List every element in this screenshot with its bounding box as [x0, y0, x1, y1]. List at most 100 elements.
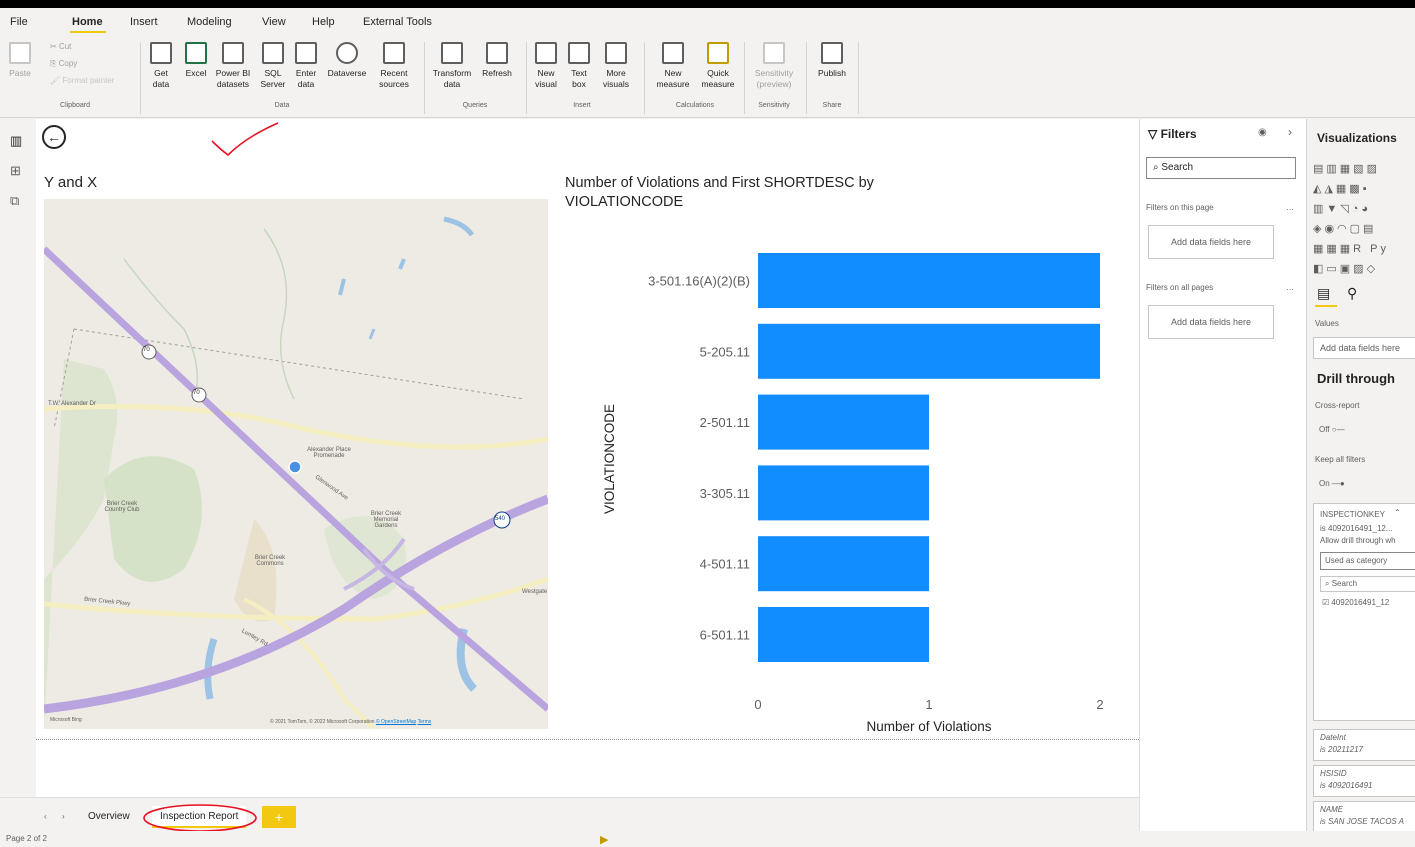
refresh-button[interactable]: Refresh: [478, 42, 516, 79]
add-page-button[interactable]: +: [262, 806, 296, 828]
card-list-item[interactable]: ☑ 4092016491_12: [1322, 598, 1389, 607]
new-visual-button[interactable]: New visual: [530, 42, 562, 90]
refresh-icon: [486, 42, 508, 64]
group-separator: [140, 42, 141, 114]
quick-measure-button[interactable]: Quick measure: [698, 42, 738, 90]
calculator-icon: [662, 42, 684, 64]
bar-5[interactable]: [758, 607, 929, 662]
drill-field-value: is 4092016491_12...: [1320, 524, 1393, 533]
bar-4[interactable]: [758, 536, 929, 592]
group-separator: [644, 42, 645, 114]
menu-insert[interactable]: Insert: [130, 16, 158, 28]
filters-pane: ▽ Filters ◉ › ⌕ Search Filters on this p…: [1139, 119, 1306, 839]
filter-card-dateint[interactable]: DateInt is 20211217: [1313, 729, 1415, 761]
bar-3[interactable]: [758, 465, 929, 521]
cross-report-label: Cross-report: [1315, 401, 1360, 410]
visual-gallery[interactable]: ▤▥▦▧▨ ◭◮▦▩▪ ▥▼◹◔◕ ◈◉◠▢▤ ▦▦▦R Py ◧▭▣▨◇: [1313, 159, 1415, 279]
sensitivity-button[interactable]: Sensitivity (preview): [748, 42, 800, 90]
fields-tab-icon[interactable]: ▤: [1317, 285, 1330, 302]
format-tab-icon[interactable]: ⚲: [1347, 285, 1357, 302]
bar-2[interactable]: [758, 394, 929, 450]
menu-home[interactable]: Home: [72, 16, 103, 28]
sql-icon: [262, 42, 284, 64]
category-label: 3-501.16(A)(2)(B): [648, 274, 750, 289]
status-bar: Page 2 of 2 ▶: [0, 831, 1415, 847]
bar-1[interactable]: [758, 323, 1100, 379]
paste-button[interactable]: Paste: [6, 42, 34, 79]
filters-title: ▽ Filters: [1148, 127, 1197, 141]
chevron-up-icon[interactable]: ⌃: [1394, 508, 1401, 517]
bing-logo: Microsoft Bing: [50, 717, 82, 723]
tab-scroll-right-icon[interactable]: ›: [62, 812, 65, 821]
filter-card-name[interactable]: NAME is SAN JOSE TACOS A: [1313, 801, 1415, 833]
report-view-icon[interactable]: ▥: [10, 133, 22, 149]
map-label-country-club: Brier Creek Country Club: [104, 501, 140, 513]
menu-bar: File Home Insert Modeling View Help Exte…: [0, 8, 1415, 36]
recent-sources-button[interactable]: Recent sources: [372, 42, 416, 90]
filters-search-input[interactable]: ⌕ Search: [1146, 157, 1296, 179]
table-icon: [295, 42, 317, 64]
enter-data-button[interactable]: Enter data: [292, 42, 320, 90]
cross-report-toggle[interactable]: Off ○—: [1319, 425, 1345, 434]
copy-button[interactable]: ⎘ Copy: [50, 59, 77, 69]
share-group-label: Share: [822, 102, 842, 109]
format-painter-button[interactable]: 🖌 Format painter: [50, 76, 114, 85]
menu-view[interactable]: View: [262, 16, 286, 28]
visual-icons-row: ◭◮▦▩▪: [1313, 183, 1370, 195]
group-separator: [806, 42, 807, 114]
filters-all-more-icon[interactable]: …: [1286, 283, 1294, 292]
new-measure-button[interactable]: New measure: [650, 42, 696, 90]
bar-0[interactable]: [758, 253, 1100, 308]
used-as-select[interactable]: Used as category: [1320, 552, 1415, 570]
collapse-chevron-icon[interactable]: ›: [1288, 125, 1292, 139]
map-visual[interactable]: 70 70 540 T.W. Alexander Dr Alexander Pl…: [44, 199, 548, 729]
values-drop-well[interactable]: Add data fields here: [1313, 337, 1415, 359]
report-canvas: ← Y and X 70 70 540 T.W. Alexander Dr Al…: [36, 119, 1139, 809]
text-box-button[interactable]: Text box: [566, 42, 592, 90]
get-data-button[interactable]: Get data: [146, 42, 176, 90]
map-label-commons: Brier Creek Commons: [254, 555, 286, 567]
text-box-icon: [568, 42, 590, 64]
back-arrow-icon[interactable]: ←: [42, 125, 66, 149]
sensitivity-group-label: Sensitivity: [758, 102, 790, 109]
group-separator: [526, 42, 527, 114]
filters-all-pages-label: Filters on all pages: [1146, 283, 1214, 292]
x-tick-label: 2: [1096, 697, 1103, 712]
filters-all-drop-well[interactable]: Add data fields here: [1148, 305, 1274, 339]
transform-data-button[interactable]: Transform data: [430, 42, 474, 90]
tab-scroll-left-icon[interactable]: ‹: [44, 812, 47, 821]
filters-page-more-icon[interactable]: …: [1286, 203, 1294, 212]
group-separator: [744, 42, 745, 114]
keep-filters-toggle[interactable]: On —●: [1319, 479, 1345, 488]
card-search-input[interactable]: ⌕ Search: [1320, 576, 1415, 592]
visual-icons-row: ◈◉◠▢▤: [1313, 223, 1377, 235]
visibility-icon[interactable]: ◉: [1258, 127, 1267, 138]
visualizations-pane: Visualizations ▤▥▦▧▨ ◭◮▦▩▪ ▥▼◹◔◕ ◈◉◠▢▤ ▦…: [1306, 119, 1415, 839]
sql-server-button[interactable]: SQL Server: [258, 42, 288, 90]
menu-external-tools[interactable]: External Tools: [363, 16, 432, 28]
view-switcher: ▥ ⊞ ⧉: [0, 119, 34, 809]
filters-page-drop-well[interactable]: Add data fields here: [1148, 225, 1274, 259]
data-view-icon[interactable]: ⊞: [10, 163, 21, 179]
publish-button[interactable]: Publish: [812, 42, 852, 79]
tab-overview[interactable]: Overview: [80, 806, 138, 828]
model-view-icon[interactable]: ⧉: [10, 193, 19, 209]
more-visuals-button[interactable]: More visuals: [596, 42, 636, 90]
dataverse-button[interactable]: Dataverse: [324, 42, 370, 79]
category-label: 5-205.11: [700, 344, 750, 359]
drill-field-card[interactable]: INSPECTIONKEY ⌃ is 4092016491_12... Allo…: [1313, 503, 1415, 721]
page-boundary-line: [36, 739, 1139, 740]
filter-icon: ▽: [1148, 127, 1161, 141]
x-tick-label: 0: [754, 697, 761, 712]
powerbi-datasets-button[interactable]: Power BI datasets: [212, 42, 254, 90]
category-label: 3-305.11: [700, 486, 750, 501]
bar-chart[interactable]: 3-501.16(A)(2)(B) 5-205.11 2-501.11 3-305.1…: [556, 229, 1116, 744]
filter-card-hsisid[interactable]: HSISID is 4092016491: [1313, 765, 1415, 797]
excel-button[interactable]: Excel: [182, 42, 210, 79]
more-visuals-icon: [605, 42, 627, 64]
menu-modeling[interactable]: Modeling: [187, 16, 232, 28]
cut-button[interactable]: ✂ Cut: [50, 42, 71, 51]
menu-help[interactable]: Help: [312, 16, 335, 28]
visualizations-title: Visualizations: [1317, 131, 1397, 145]
menu-file[interactable]: File: [10, 16, 28, 28]
